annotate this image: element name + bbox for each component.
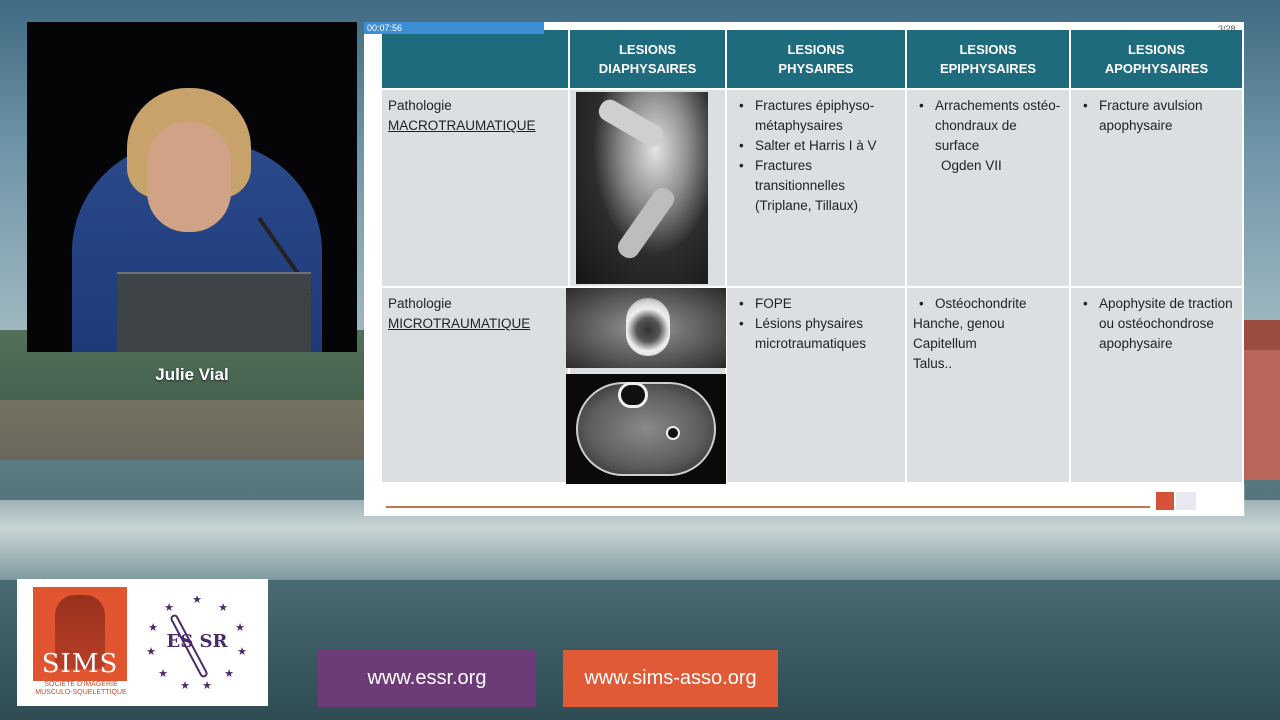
svg-text:★: ★ <box>235 621 245 634</box>
header-epiphysaires: LESIONS EPIPHYSAIRES <box>907 30 1069 88</box>
svg-text:★: ★ <box>164 601 174 614</box>
epiphysaires-cell: Arrachements ostéo-chondraux de surface … <box>907 90 1069 286</box>
background-building-roof <box>1244 320 1280 350</box>
ct-scan-limb-image <box>566 374 726 484</box>
ct-bone-cross-section <box>626 298 670 356</box>
svg-text:★: ★ <box>192 593 202 606</box>
pathology-cell: Pathologie MICROTRAUMATIQUE <box>382 288 568 482</box>
ct-scan-bone-image <box>566 288 726 368</box>
ogden-label: Ogden VII <box>941 158 1002 173</box>
header-empty <box>382 30 568 88</box>
header-apophysaires: LESIONS APOPHYSAIRES <box>1071 30 1242 88</box>
list-item: Arrachements ostéo-chondraux de surface <box>913 96 1063 156</box>
list-item: Apophysite de traction ou ostéochondrose… <box>1077 294 1236 354</box>
svg-text:★: ★ <box>148 621 158 634</box>
header-diaphysaires: LESIONS DIAPHYSAIRES <box>570 30 725 88</box>
essr-website-link[interactable]: www.essr.org <box>318 650 536 707</box>
physaires-cell: Fractures épiphyso-métaphysaires Salter … <box>727 90 905 286</box>
epiphysaires-list: Arrachements ostéo-chondraux de surface <box>913 96 1063 156</box>
svg-text:★: ★ <box>146 645 156 658</box>
sims-logo-text: SIMS <box>41 649 119 679</box>
list-item: Fractures transitionnelles (Triplane, Ti… <box>733 156 899 216</box>
table-row: Pathologie MACROTRAUMATIQUE Fractures ép… <box>382 90 1242 286</box>
ct-image-cell <box>566 288 726 484</box>
list-item: Lésions physaires microtraumatiques <box>733 314 899 354</box>
speaker-face <box>147 122 231 232</box>
slide-sims-logo-icon <box>1156 492 1174 510</box>
sims-logo-subtitle: SOCIÉTÉ D'IMAGERIE MUSCULO-SQUELETTIQUE <box>35 681 127 696</box>
location-line: Capitellum <box>913 336 977 351</box>
list-item: Salter et Harris I à V <box>733 136 899 156</box>
ct-vessel-marker <box>666 426 680 440</box>
ct-bone-marker <box>618 382 648 408</box>
speaker-name: Julie Vial <box>155 365 229 384</box>
list-item: Fracture avulsion apophysaire <box>1077 96 1236 136</box>
location-line: Hanche, genou <box>913 316 1005 331</box>
apophysaires-cell: Fracture avulsion apophysaire <box>1071 90 1242 286</box>
pathology-label: Pathologie <box>388 296 452 311</box>
physaires-list: Fractures épiphyso-métaphysaires Salter … <box>733 96 899 216</box>
xray-elbow-image <box>576 92 708 284</box>
pathology-type: MICROTRAUMATIQUE <box>388 316 531 331</box>
svg-text:★: ★ <box>218 601 228 614</box>
header-physaires: LESIONS PHYSAIRES <box>727 30 905 88</box>
list-item: FOPE <box>733 294 899 314</box>
epiphysaires-list: Ostéochondrite <box>913 294 1063 314</box>
pathology-cell: Pathologie MACROTRAUMATIQUE <box>382 90 568 286</box>
xray-image-cell <box>570 90 725 286</box>
sims-website-link[interactable]: www.sims-asso.org <box>563 650 778 707</box>
list-item: Fractures épiphyso-métaphysaires <box>733 96 899 136</box>
apophysaires-list: Fracture avulsion apophysaire <box>1077 96 1236 136</box>
svg-text:★: ★ <box>202 679 212 692</box>
svg-text:★: ★ <box>180 679 190 692</box>
epiphysaires-cell: Ostéochondrite Hanche, genou Capitellum … <box>907 288 1069 482</box>
slide-essr-logo-icon <box>1176 492 1196 510</box>
location-line: Talus.. <box>913 356 953 371</box>
apophysaires-cell: Apophysite de traction ou ostéochondrose… <box>1071 288 1242 482</box>
apophysaires-list: Apophysite de traction ou ostéochondrose… <box>1077 294 1236 354</box>
society-logos: SIMS SOCIÉTÉ D'IMAGERIE MUSCULO-SQUELETT… <box>17 579 268 706</box>
pathology-label: Pathologie <box>388 98 452 113</box>
elapsed-timer: 00:07:56 <box>364 22 544 34</box>
laptop <box>117 272 311 352</box>
physaires-cell: FOPE Lésions physaires microtraumatiques <box>727 288 905 482</box>
slide-divider-line <box>386 506 1150 508</box>
xray-bone-forearm <box>614 183 678 263</box>
pathology-type: MACROTRAUMATIQUE <box>388 118 536 133</box>
table-header-row: LESIONS DIAPHYSAIRES LESIONS PHYSAIRES LES… <box>382 30 1242 88</box>
svg-text:★: ★ <box>158 667 168 680</box>
slide-page-number: 3/28 <box>1218 24 1236 34</box>
svg-text:★: ★ <box>224 667 234 680</box>
table-row: Pathologie MICROTRAUMATIQUE FOPE Lésions… <box>382 288 1242 484</box>
lesions-table: LESIONS DIAPHYSAIRES LESIONS PHYSAIRES LES… <box>380 28 1244 484</box>
svg-text:★: ★ <box>237 645 247 658</box>
speaker-video <box>27 22 357 352</box>
list-item: Ostéochondrite <box>913 294 1063 314</box>
physaires-list: FOPE Lésions physaires microtraumatiques <box>733 294 899 354</box>
essr-logo: ★ ★ ★ ★ ★ ★ ★ ★ ★ ★ ★ ES SR <box>145 593 249 693</box>
essr-logo-text: ES SR <box>166 631 228 652</box>
xray-bone-humerus <box>595 95 667 151</box>
